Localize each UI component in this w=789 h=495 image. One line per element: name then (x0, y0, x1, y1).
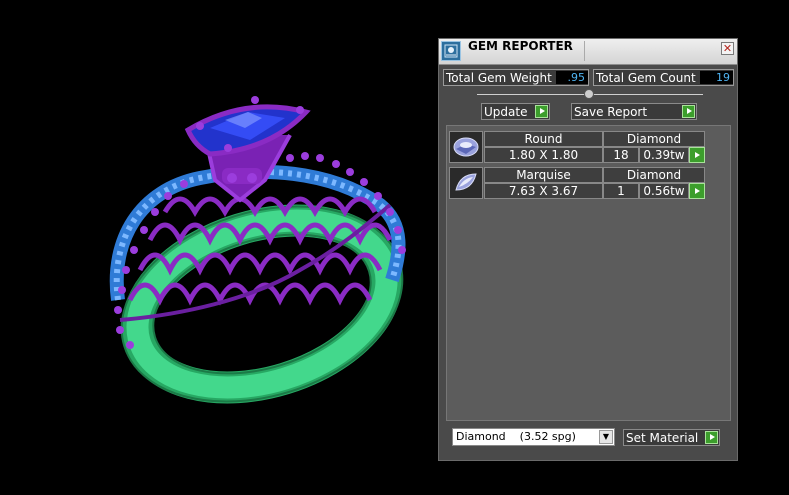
gem-row-marquise[interactable]: Marquise Diamond 7.63 X 3.67 1 0.56tw (449, 167, 707, 199)
total-gem-weight-value: .95 (556, 71, 588, 84)
gem-reporter-panel: GEM REPORTER ✕ Total Gem Weight .95 Tota… (438, 38, 738, 461)
material-select[interactable]: Diamond (3.52 spg) ▼ (452, 428, 615, 446)
round-gem-icon (449, 131, 483, 163)
gem-list: Round Diamond 1.80 X 1.80 18 0.39tw Marq… (446, 125, 731, 421)
dropdown-arrow-icon[interactable]: ▼ (599, 430, 613, 444)
play-arrow-icon (705, 431, 718, 444)
update-button[interactable]: Update (481, 103, 550, 120)
gem-weight: 0.56tw (639, 183, 689, 199)
total-gem-weight-label: Total Gem Weight (446, 71, 552, 85)
gem-shape: Round (484, 131, 603, 147)
center-marquise-stone (184, 96, 311, 157)
gem-shape: Marquise (484, 167, 603, 183)
total-gem-count: Total Gem Count 19 (593, 69, 734, 86)
title-bar[interactable]: GEM REPORTER ✕ (439, 39, 737, 65)
save-report-button-label: Save Report (574, 105, 648, 119)
save-report-button[interactable]: Save Report (571, 103, 697, 120)
play-arrow-icon (535, 105, 548, 118)
total-gem-count-label: Total Gem Count (596, 71, 696, 85)
gem-material: Diamond (603, 167, 705, 183)
ring-3d-viewport[interactable] (0, 0, 430, 495)
gem-count: 18 (603, 147, 639, 163)
gem-count: 1 (603, 183, 639, 199)
gem-size: 1.80 X 1.80 (484, 147, 603, 163)
gem-weight: 0.39tw (639, 147, 689, 163)
gem-material: Diamond (603, 131, 705, 147)
panel-title: GEM REPORTER (468, 39, 573, 53)
play-arrow-icon[interactable] (689, 147, 705, 163)
total-gem-count-value: 19 (700, 71, 733, 84)
gem-reporter-icon (441, 41, 461, 61)
marquise-gem-icon (449, 167, 483, 199)
title-divider (584, 41, 585, 61)
set-material-button[interactable]: Set Material (623, 429, 720, 446)
update-button-label: Update (484, 105, 528, 119)
slider-handle[interactable] (584, 89, 594, 99)
material-select-value: Diamond (3.52 spg) (456, 430, 576, 443)
total-gem-weight: Total Gem Weight .95 (443, 69, 589, 86)
gem-row-round[interactable]: Round Diamond 1.80 X 1.80 18 0.39tw (449, 131, 707, 163)
set-material-button-label: Set Material (626, 431, 699, 445)
gem-size: 7.63 X 3.67 (484, 183, 603, 199)
play-arrow-icon (682, 105, 695, 118)
close-icon[interactable]: ✕ (721, 42, 734, 55)
play-arrow-icon[interactable] (689, 183, 705, 199)
